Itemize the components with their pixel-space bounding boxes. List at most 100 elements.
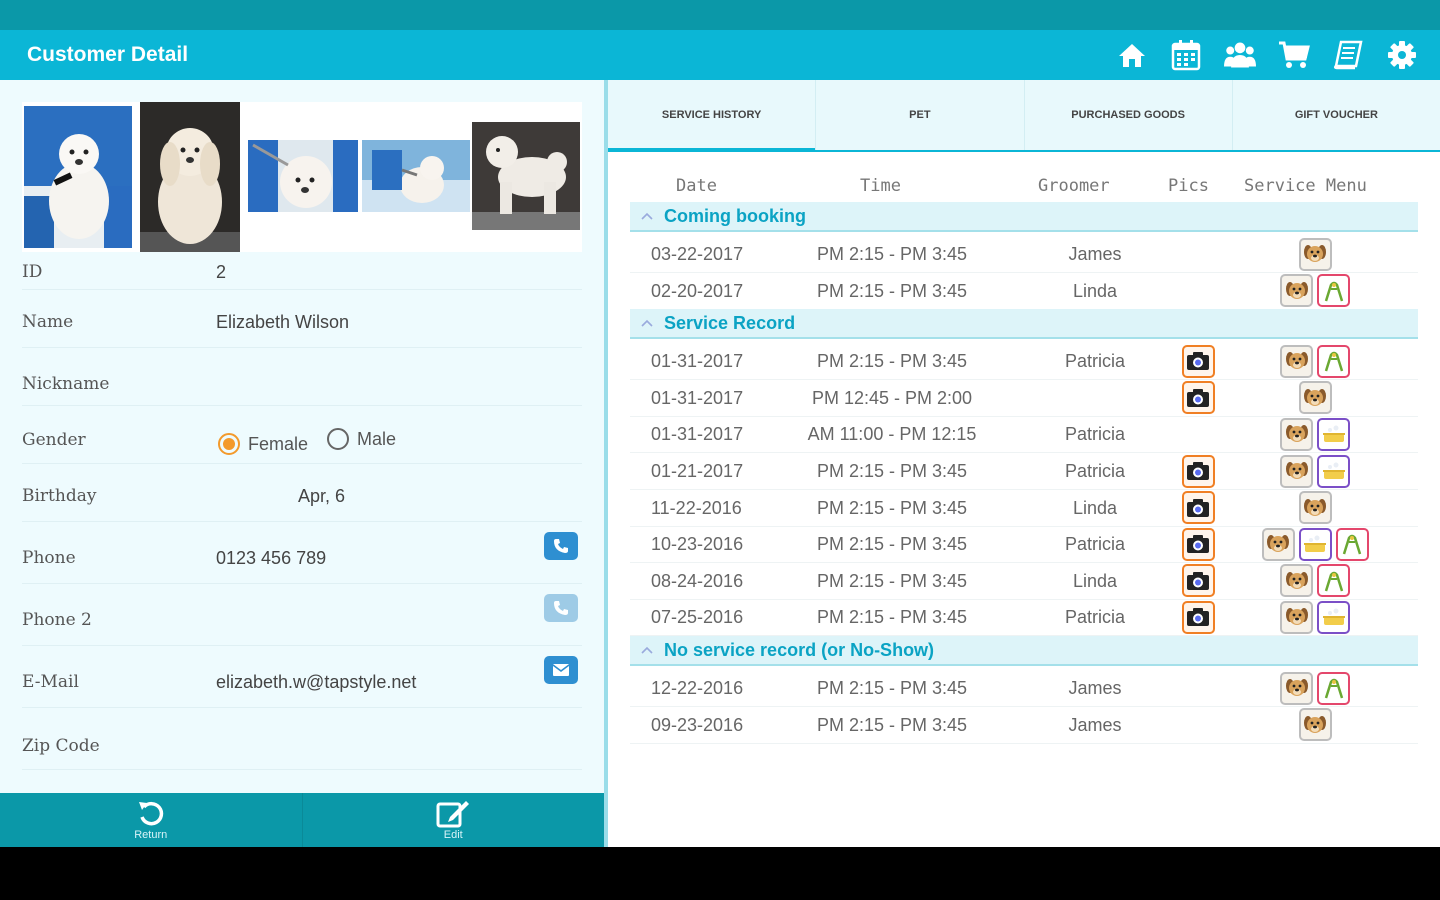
row-service-menu [1250, 453, 1380, 489]
camera-icon[interactable] [1181, 564, 1215, 598]
history-row[interactable]: 12-22-2016 PM 2:15 - PM 3:45 James [630, 670, 1418, 707]
camera-icon[interactable] [1181, 527, 1215, 561]
customer-panel: ID 2 Name Elizabeth Wilson Nickname Gend… [0, 80, 604, 793]
phone2-row[interactable]: Phone 2 [22, 586, 582, 646]
camera-icon[interactable] [1181, 491, 1215, 525]
pet-photo[interactable] [362, 140, 470, 212]
history-row[interactable]: 08-24-2016 PM 2:15 - PM 3:45 Linda [630, 563, 1418, 600]
radio-checked-icon [218, 433, 240, 455]
grooming-dog-icon [1298, 237, 1332, 271]
home-icon[interactable] [1116, 39, 1148, 71]
row-date: 11-22-2016 [651, 497, 742, 518]
section-header[interactable]: Coming booking [630, 202, 1418, 232]
edit-icon [436, 801, 470, 828]
gender-female-label: Female [248, 433, 309, 454]
call-phone2-button[interactable] [544, 594, 578, 622]
row-time: PM 12:45 - PM 2:00 [811, 387, 973, 408]
grooming-dog-icon [1280, 671, 1313, 705]
cart-icon[interactable] [1278, 39, 1310, 71]
email-label: E-Mail [22, 672, 79, 692]
phone-row[interactable]: Phone 0123 456 789 [22, 524, 582, 584]
row-service-menu [1250, 670, 1380, 706]
birthday-value: Apr, 6 [298, 486, 346, 506]
customers-icon[interactable] [1224, 39, 1256, 71]
chevron-up-icon [640, 643, 654, 657]
camera-icon[interactable] [1181, 344, 1215, 378]
row-pics [1180, 670, 1216, 706]
pet-photo[interactable] [24, 106, 132, 248]
row-time: PM 2:15 - PM 3:45 [816, 607, 968, 628]
gender-male-label: Male [357, 428, 397, 449]
zip-row[interactable]: Zip Code [22, 710, 582, 770]
header-pics: Pics [1168, 176, 1209, 196]
header-time: Time [860, 176, 901, 196]
trimming-clippers-icon [1317, 274, 1350, 308]
tab-gift-voucher[interactable]: GIFT VOUCHER [1231, 80, 1440, 150]
row-date: 12-22-2016 [651, 678, 744, 698]
calendar-icon[interactable] [1170, 39, 1202, 71]
history-row[interactable]: 09-23-2016 PM 2:15 - PM 3:45 James [630, 707, 1418, 744]
tab-purchased-goods[interactable]: PURCHASED GOODS [1023, 80, 1232, 150]
send-email-button[interactable] [544, 656, 578, 684]
history-row[interactable]: 01-31-2017 AM 11:00 - PM 12:15 Patricia [630, 416, 1418, 454]
row-date: 01-31-2017 [651, 387, 744, 408]
radio-unchecked-icon [327, 428, 350, 450]
row-groomer: Linda [1072, 497, 1118, 518]
history-row[interactable]: 01-31-2017 PM 12:45 - PM 2:00 [630, 380, 1418, 417]
row-date: 01-31-2017 [651, 424, 744, 445]
call-phone-button[interactable] [544, 532, 578, 560]
history-row[interactable]: 01-21-2017 PM 2:15 - PM 3:45 Patricia [630, 453, 1418, 490]
email-row[interactable]: E-Mail elizabeth.w@tapstyle.net [22, 648, 582, 708]
pet-photo[interactable] [472, 122, 580, 230]
return-label: Return [134, 829, 168, 841]
return-button[interactable]: Return [0, 793, 302, 847]
name-row[interactable]: Name Elizabeth Wilson [22, 292, 582, 348]
row-date: 01-31-2017 [651, 351, 744, 372]
history-row[interactable]: 01-31-2017 PM 2:15 - PM 3:45 Patricia [630, 343, 1418, 381]
row-groomer: Linda [1072, 280, 1118, 301]
pet-photo[interactable] [140, 102, 240, 252]
nickname-label: Nickname [22, 374, 110, 394]
history-row[interactable]: 11-22-2016 PM 2:15 - PM 3:45 Linda [630, 490, 1418, 527]
birthday-row[interactable]: Birthday Apr, 6 [22, 466, 582, 522]
camera-icon[interactable] [1181, 381, 1215, 415]
grooming-dog-icon [1280, 564, 1313, 598]
gender-female-radio[interactable]: Female [218, 433, 308, 455]
row-pics [1180, 563, 1216, 599]
row-pics [1180, 490, 1216, 526]
phone-icon [554, 601, 568, 615]
pet-photo-strip[interactable] [22, 102, 582, 252]
nickname-row[interactable]: Nickname [22, 350, 582, 406]
trimming-clippers-icon [1317, 344, 1350, 378]
birthday-label: Birthday [22, 486, 97, 506]
settings-icon[interactable] [1386, 39, 1418, 71]
book-icon[interactable] [1332, 39, 1364, 71]
row-pics [1180, 526, 1216, 562]
camera-icon[interactable] [1181, 600, 1215, 634]
history-row[interactable]: 03-22-2017 PM 2:15 - PM 3:45 James [630, 236, 1418, 273]
row-time: PM 2:15 - PM 3:45 [816, 497, 968, 518]
section-title: Coming booking [664, 205, 806, 226]
row-groomer: Patricia [1064, 351, 1126, 372]
section-header[interactable]: Service Record [630, 309, 1418, 340]
row-pics [1180, 273, 1216, 309]
section-header[interactable]: No service record (or No-Show) [630, 636, 1418, 666]
row-service-menu [1250, 563, 1380, 599]
bath-tub-icon [1317, 600, 1350, 634]
gender-label: Gender [22, 430, 86, 450]
chevron-up-icon [640, 209, 654, 223]
history-row[interactable]: 07-25-2016 PM 2:15 - PM 3:45 Patricia [630, 599, 1418, 637]
trimming-clippers-icon [1335, 527, 1369, 561]
row-time: PM 2:15 - PM 3:45 [816, 678, 968, 698]
history-row[interactable]: 10-23-2016 PM 2:15 - PM 3:45 Patricia [630, 526, 1418, 564]
tab-pet[interactable]: PET [815, 80, 1023, 150]
row-time: PM 2:15 - PM 3:45 [816, 534, 968, 555]
tab-service-history[interactable]: SERVICE HISTORY [608, 80, 816, 152]
pet-photo[interactable] [248, 140, 358, 212]
grooming-dog-icon [1298, 491, 1332, 525]
history-row[interactable]: 02-20-2017 PM 2:15 - PM 3:45 Linda [630, 273, 1418, 310]
row-groomer: Patricia [1064, 424, 1126, 445]
gender-male-radio[interactable]: Male [327, 428, 396, 450]
edit-button[interactable]: Edit [301, 793, 605, 847]
camera-icon[interactable] [1181, 454, 1215, 488]
